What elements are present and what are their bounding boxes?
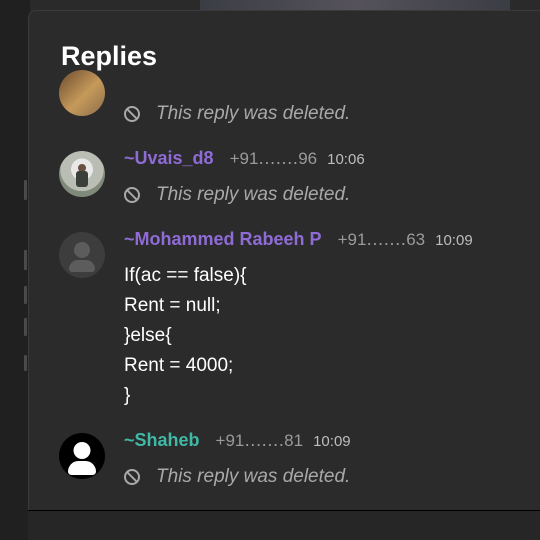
message-line: Rent = null; (124, 295, 221, 316)
background-mark (24, 250, 27, 270)
sender-name[interactable]: ~Shaheb (124, 430, 200, 451)
message-time: 10:09 (313, 433, 351, 450)
message-line: }else{ (124, 325, 172, 346)
sender-phone: +91․․․․․․․96 (229, 149, 318, 168)
ban-icon (124, 187, 140, 203)
deleted-text: This reply was deleted. (156, 184, 351, 205)
background-mark (24, 355, 27, 371)
reply-header: ~Mohammed Rabeeh P +91․․․․․․․63 10:09 (124, 229, 473, 250)
sender-phone: +91․․․․․․․81 (215, 431, 304, 450)
person-icon (74, 242, 90, 258)
avatar[interactable] (59, 232, 105, 278)
person-icon-body (68, 461, 96, 475)
avatar[interactable] (59, 151, 105, 197)
message-line: } (124, 385, 131, 406)
person-icon-body (69, 260, 95, 272)
deleted-message: This reply was deleted. (124, 184, 350, 206)
sender-name[interactable]: ~Uvais_d8 (124, 148, 214, 169)
reply-header: ~Uvais_d8 +91․․․․․․․96 10:06 (124, 148, 365, 169)
deleted-message: This reply was deleted. (124, 466, 350, 488)
message-line: Rent = 4000; (124, 355, 234, 376)
message-time: 10:09 (435, 232, 473, 249)
background-mark (24, 286, 27, 304)
background-chat (0, 0, 30, 540)
message-line: If(ac == false){ (124, 265, 247, 286)
deleted-text: This reply was deleted. (156, 103, 351, 124)
background-mark (24, 318, 27, 336)
sender-phone: +91․․․․․․․63 (337, 230, 426, 249)
message-body: If(ac == false){ Rent = null; }else{ Ren… (124, 261, 247, 411)
sender-name[interactable]: ~Mohammed Rabeeh P (124, 229, 322, 250)
avatar-photo-figure (76, 171, 88, 187)
message-time: 10:06 (327, 151, 365, 168)
replies-list: This reply was deleted. ~Uvais_d8 +91․․․… (29, 11, 540, 519)
replies-panel: Replies This reply was deleted. ~Uvais_d… (28, 10, 540, 520)
deleted-message: This reply was deleted. (124, 103, 350, 125)
avatar[interactable] (59, 70, 105, 116)
avatar[interactable] (59, 433, 105, 479)
deleted-text: This reply was deleted. (156, 466, 351, 487)
panel-footer (28, 510, 540, 540)
person-icon (73, 442, 91, 459)
ban-icon (124, 106, 140, 122)
background-mark (24, 180, 27, 200)
reply-header: ~Shaheb +91․․․․․․․81 10:09 (124, 430, 351, 451)
ban-icon (124, 469, 140, 485)
